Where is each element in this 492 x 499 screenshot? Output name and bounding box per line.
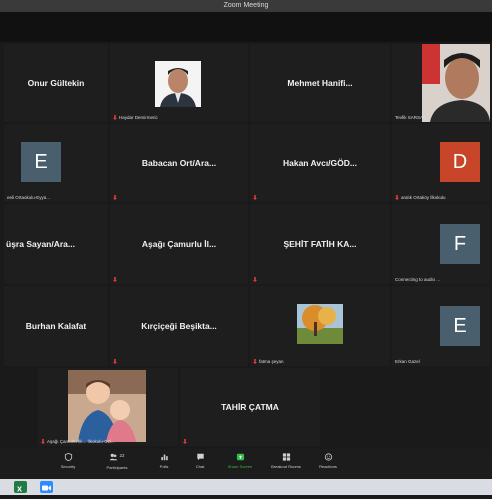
breakout-rooms-button[interactable]: Breakout Rooms (266, 453, 306, 469)
participant-label: Erkan Gazel (395, 359, 420, 364)
participant-name: Hakan Avcı/GÖD... (282, 158, 357, 168)
reactions-button[interactable]: Reactions (308, 453, 348, 469)
mic-muted-icon (113, 359, 117, 364)
participants-icon (109, 453, 118, 461)
participant-tile[interactable]: E eeli Ortaokulu-Eyyü... (4, 124, 108, 202)
polls-icon (160, 454, 168, 461)
participant-tile[interactable]: F Connecting to audio ... (392, 204, 490, 284)
breakout-rooms-icon (282, 453, 290, 461)
participant-tile[interactable]: Tevfik SARSAÇ (392, 44, 490, 122)
zoom-window: Zoom Meeting Onur Gültekin Haydar Demirm… (0, 0, 492, 495)
mic-muted-icon (113, 277, 117, 282)
share-screen-button[interactable]: Share Screen (220, 453, 260, 469)
chat-icon (196, 453, 204, 461)
participant-tile[interactable]: E Erkan Gazel (392, 286, 490, 366)
participant-tile[interactable]: Aşağı Çamurlu İlk... İlkokulu-Ozl... (38, 368, 178, 446)
mic-muted-icon (113, 115, 117, 120)
participant-label: Tevfik SARSAÇ (395, 115, 427, 120)
meeting-toolbar: Security 22 Participants Polls Chat Shar… (0, 449, 492, 479)
participant-tile[interactable]: Hakan Avcı/GÖD... (250, 124, 390, 202)
participants-button[interactable]: 22 Participants (92, 453, 142, 470)
participant-label (253, 277, 259, 282)
participant-label (113, 359, 119, 364)
security-button[interactable]: Security (48, 453, 88, 469)
mic-muted-icon (253, 277, 257, 282)
participant-name: üşra Sayan/Ara... (6, 239, 75, 249)
participant-name: Mehmet Hanifi... (287, 78, 353, 88)
mic-muted-icon (253, 195, 257, 200)
participant-tile[interactable]: D aralık Ortaköy İlkokulu (392, 124, 490, 202)
participant-tile[interactable]: ŞEHİT FATİH KA... (250, 204, 390, 284)
share-screen-icon (236, 453, 244, 461)
participant-tile[interactable]: üşra Sayan/Ara... (4, 204, 108, 284)
participant-tile[interactable]: Aşağı Çamurlu İl... (110, 204, 248, 284)
top-strip (0, 12, 492, 42)
participants-count: 22 (119, 453, 125, 458)
participant-label: Haydar Demirmeric (113, 115, 158, 120)
participant-tile[interactable]: TAHİR ÇATMA (180, 368, 320, 446)
excel-icon[interactable]: x (14, 481, 27, 494)
participant-video (422, 44, 490, 122)
mic-muted-icon (253, 359, 257, 364)
polls-button[interactable]: Polls (144, 453, 184, 469)
avatar: F (440, 224, 480, 264)
participant-name: Kırçiçeği Beşikta... (141, 321, 217, 331)
participant-name: Aşağı Çamurlu İl... (141, 239, 217, 249)
participant-photo (155, 61, 201, 107)
window-title: Zoom Meeting (0, 0, 492, 12)
avatar: E (440, 306, 480, 346)
participant-photo (68, 370, 146, 442)
participant-tile[interactable]: Kırçiçeği Beşikta... (110, 286, 248, 366)
participant-label: aralık Ortaköy İlkokulu (395, 195, 446, 200)
participant-label: Aşağı Çamurlu İlk... İlkokulu-Ozl... (41, 439, 115, 444)
zoom-icon[interactable] (40, 481, 53, 493)
shield-icon (64, 453, 72, 461)
os-taskbar: x (0, 479, 492, 495)
participant-photo (297, 304, 343, 344)
participant-tile[interactable]: Babacan Ort/Ara... (110, 124, 248, 202)
chat-button[interactable]: Chat (180, 453, 220, 469)
reactions-icon (324, 453, 332, 461)
participant-name: ŞEHİT FATİH KA... (283, 239, 357, 249)
participant-name: Babacan Ort/Ara... (141, 158, 217, 168)
participant-label (113, 195, 119, 200)
mic-muted-icon (183, 439, 187, 444)
participant-label (253, 195, 259, 200)
avatar: D (440, 142, 480, 182)
participant-label: fatma şeyan (253, 359, 284, 364)
participant-label (183, 439, 189, 444)
participant-tile[interactable]: Haydar Demirmeric (110, 44, 248, 122)
avatar: E (21, 142, 61, 182)
participant-name: TAHİR ÇATMA (221, 402, 279, 412)
mic-muted-icon (113, 195, 117, 200)
participant-label: Connecting to audio ... (395, 277, 441, 282)
participant-label (113, 277, 119, 282)
participant-tile[interactable]: fatma şeyan (250, 286, 390, 366)
participant-tile[interactable]: Onur Gültekin (4, 44, 108, 122)
participant-tile[interactable]: Mehmet Hanifi... (250, 44, 390, 122)
participant-name: Burhan Kalafat (25, 321, 87, 331)
participant-name: Onur Gültekin (27, 78, 85, 88)
participant-label: eeli Ortaokulu-Eyyü... (7, 195, 51, 200)
svg-text:x: x (17, 484, 22, 494)
mic-muted-icon (395, 195, 399, 200)
participant-tile[interactable]: Burhan Kalafat (4, 286, 108, 366)
mic-muted-icon (41, 439, 45, 444)
